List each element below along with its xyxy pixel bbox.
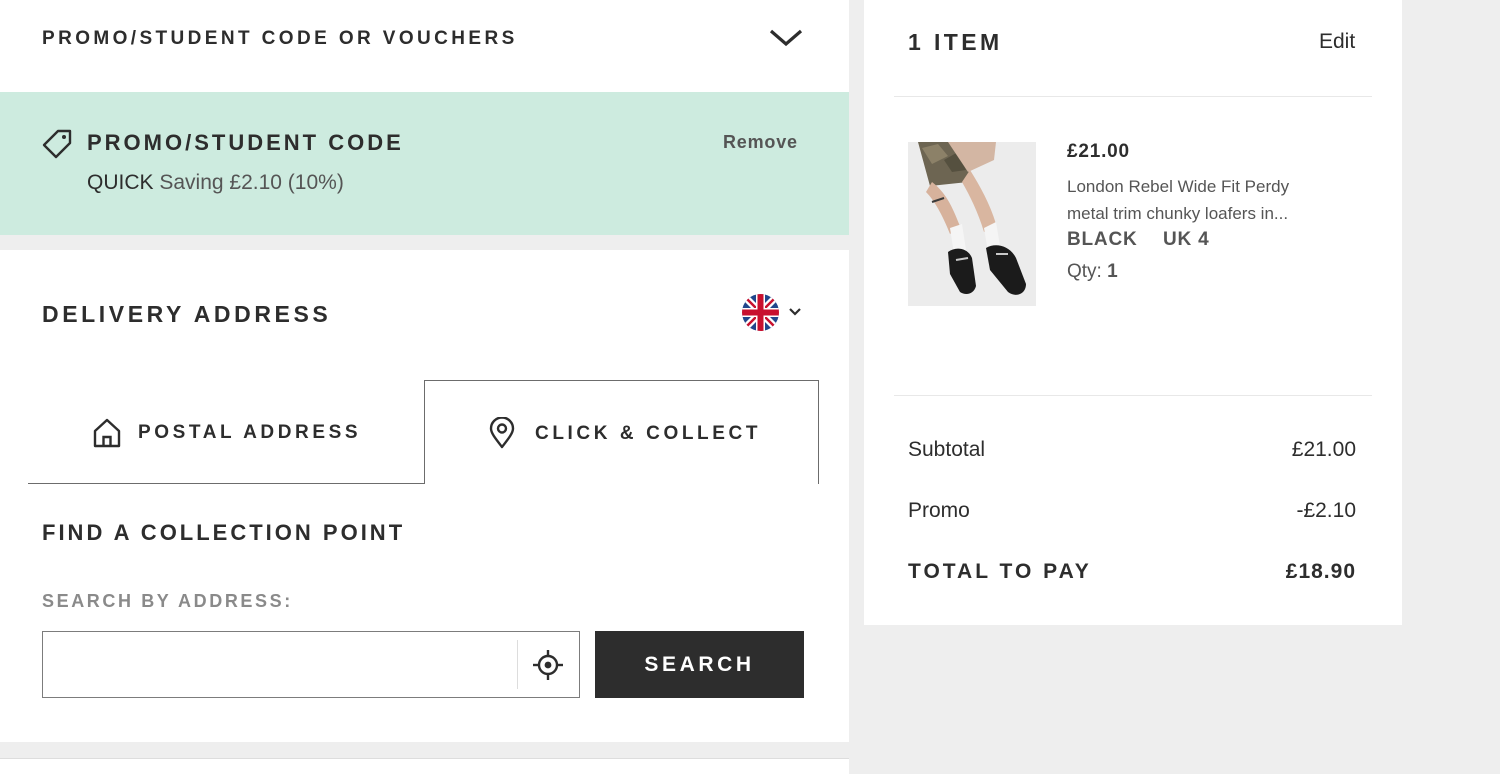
promo-label: Promo <box>908 499 970 522</box>
summary-divider <box>894 96 1372 97</box>
house-icon <box>93 418 121 448</box>
address-search-input[interactable] <box>43 632 517 697</box>
subtotal-label: Subtotal <box>908 438 986 461</box>
crosshair-icon[interactable] <box>532 649 564 681</box>
chevron-down-icon <box>789 308 801 316</box>
find-collection-point-title: FIND A COLLECTION POINT <box>42 520 406 545</box>
remove-promo-button[interactable]: Remove <box>723 132 798 153</box>
promo-saving-text: Saving £2.10 (10%) <box>159 171 344 194</box>
map-pin-icon <box>489 417 515 449</box>
promo-value: -£2.10 <box>1296 499 1356 522</box>
edit-bag-link[interactable]: Edit <box>1319 30 1355 54</box>
input-divider <box>517 640 518 689</box>
subtotal-value: £21.00 <box>1291 438 1356 461</box>
product-name-link[interactable]: London Rebel Wide Fit Perdy metal trim c… <box>1067 173 1367 227</box>
uk-flag-icon <box>742 294 779 331</box>
tab-postal-address[interactable]: POSTAL ADDRESS <box>28 380 424 484</box>
promo-voucher-toggle-label: PROMO/STUDENT CODE OR VOUCHERS <box>42 28 518 49</box>
product-quantity-label: Qty: <box>1067 261 1102 282</box>
items-count-title: 1 ITEM <box>908 29 1003 55</box>
product-quantity-value: 1 <box>1107 261 1118 282</box>
chevron-down-icon[interactable] <box>768 24 804 50</box>
promo-code-detail: QUICK Saving £2.10 (10%) <box>87 171 344 195</box>
summary-divider <box>894 395 1372 396</box>
product-name-line: London Rebel Wide Fit Perdy <box>1067 177 1290 196</box>
order-summary-card <box>864 0 1402 625</box>
product-price: £21.00 <box>1067 141 1130 162</box>
product-size: UK 4 <box>1163 229 1210 250</box>
next-section-edge <box>0 758 849 774</box>
tab-click-collect[interactable]: CLICK & COLLECT <box>424 380 819 484</box>
total-to-pay-value: £18.90 <box>1285 560 1356 583</box>
promo-voucher-toggle[interactable]: PROMO/STUDENT CODE OR VOUCHERS <box>0 0 849 92</box>
search-by-address-label: SEARCH BY ADDRESS: <box>42 591 293 611</box>
product-quantity: Qty: 1 <box>1067 261 1118 283</box>
address-search-field <box>42 631 580 698</box>
tab-click-collect-label: CLICK & COLLECT <box>535 423 762 444</box>
delivery-address-title: DELIVERY ADDRESS <box>42 301 332 327</box>
tag-icon <box>42 129 72 159</box>
total-to-pay-label: TOTAL TO PAY <box>908 560 1092 583</box>
applied-promo-panel <box>0 92 849 235</box>
country-selector[interactable] <box>742 294 808 332</box>
search-button[interactable]: SEARCH <box>595 631 804 698</box>
product-name-line: metal trim chunky loafers in... <box>1067 204 1289 223</box>
product-image[interactable] <box>908 142 1036 306</box>
product-color: BLACK <box>1067 229 1138 250</box>
promo-code-title: PROMO/STUDENT CODE <box>87 130 404 155</box>
checkout-left-column: PROMO/STUDENT CODE OR VOUCHERS PROMO/STU… <box>0 0 849 774</box>
tab-postal-address-label: POSTAL ADDRESS <box>138 422 362 443</box>
promo-code-value: QUICK <box>87 171 154 194</box>
